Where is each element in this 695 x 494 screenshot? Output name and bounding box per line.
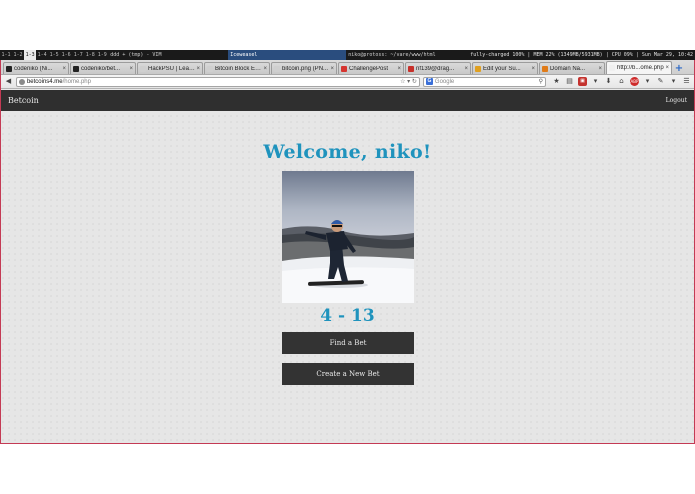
tab-label: codeniko (Ni... [14,65,53,72]
close-icon[interactable]: × [397,66,401,72]
browser-tab[interactable]: nf139@drag... × [405,62,471,74]
profile-photo [282,171,414,303]
site-identity-icon[interactable] [18,78,25,85]
browser-tab[interactable]: codeniko/bet... × [70,62,136,74]
logout-link[interactable]: Logout [666,97,687,104]
search-engine-icon[interactable]: G [425,78,433,85]
clipboard-icon[interactable]: ▤ [565,77,574,86]
workspace-1-5[interactable]: 1-5 [48,50,60,60]
close-icon[interactable]: × [464,66,468,72]
url-bar[interactable]: betcoins4.me/home.php ☆ ▾ ↻ [15,76,420,87]
tab-label: codeniko/bet... [81,65,121,72]
window-title-iceweasel[interactable]: Iceweasel [228,50,347,60]
home-icon[interactable]: ⌂ [617,77,626,86]
star-icon[interactable]: ★ [552,77,561,86]
workspace-1-2[interactable]: 1-2 [12,50,24,60]
chevron-down-icon[interactable]: ▾ [669,77,678,86]
hamburger-menu-icon[interactable]: ☰ [682,77,691,86]
create-bet-button[interactable]: Create a New Bet [282,363,414,385]
tab-favicon-icon [207,65,213,72]
chevron-down-icon[interactable]: ▾ [591,77,600,86]
system-status-bar: 1-1 1-2 1-3 1-4 1-5 1-6 1-7 1-8 1-9 ddd … [0,50,695,60]
tab-favicon-icon [609,65,615,71]
tab-favicon-icon [341,65,347,72]
tab-favicon-icon [140,65,146,72]
system-status-text: fully-charged 100% | MEM 22% (1349MB/593… [470,52,693,58]
workspace-1-3[interactable]: 1-3 [24,50,37,60]
tab-favicon-icon [542,65,548,72]
workspace-1-4[interactable]: 1-4 [36,50,48,60]
close-icon[interactable]: × [129,66,133,72]
tab-strip: codeniko (Ni... × codeniko/bet... × HackPSU … [1,60,694,75]
browser-tab[interactable]: Edit your Su... × [472,62,538,74]
addon-icon[interactable]: ▣ [578,77,587,86]
chevron-down-icon[interactable]: ▾ [643,77,652,86]
window-title-vim[interactable]: ddd + (tmp) - VIM [108,50,228,60]
workspace-1-6[interactable]: 1-6 [60,50,72,60]
site-navbar: Betcoin Logout [1,90,694,111]
tab-label: Domain Na... [550,65,586,72]
close-icon[interactable]: × [330,66,334,72]
welcome-heading: Welcome, niko! [263,141,432,163]
browser-tab[interactable]: codeniko (Ni... × [3,62,69,74]
close-icon[interactable]: × [665,65,669,71]
browser-tab[interactable]: ChallengePost × [338,62,404,74]
close-icon[interactable]: × [531,66,535,72]
workspace-1-9[interactable]: 1-9 [96,50,108,60]
tab-favicon-icon [73,65,79,72]
magnifier-icon[interactable]: ⚲ [539,78,545,86]
tab-label: Bitcoin Block Ex... [215,65,263,72]
browser-tab[interactable]: http://b...ome.php × [606,61,672,74]
tab-favicon-icon [475,65,481,72]
win-loss-record: 4 - 13 [320,306,375,326]
search-placeholder: Google [434,78,455,85]
tab-label: Edit your Su... [483,65,521,72]
close-icon[interactable]: × [263,66,267,72]
browser-tab[interactable]: Bitcoin Block Ex... × [204,62,270,74]
adblock-icon[interactable]: ABP [630,77,639,86]
close-icon[interactable]: × [196,66,200,72]
close-icon[interactable]: × [598,66,602,72]
puzzle-icon[interactable]: ✎ [656,77,665,86]
new-tab-button[interactable]: + [673,62,685,74]
search-bar[interactable]: G Google ⚲ [422,76,546,87]
tab-label: bitcoin.png (PN... [282,65,329,72]
find-bet-button[interactable]: Find a Bet [282,332,414,354]
browser-tab[interactable]: Domain Na... × [539,62,605,74]
tab-label: nf139@drag... [416,65,455,72]
url-path: /home.php [62,78,91,85]
back-arrow-icon[interactable]: ◀ [4,77,13,86]
tab-favicon-icon [6,65,12,72]
browser-tab[interactable]: HackPSU | Lear... × [137,62,203,74]
toolbar-icons: ★ ▤ ▣ ▾ ⬇ ⌂ ABP ▾ ✎ ▾ ☰ [552,77,691,86]
tab-favicon-icon [274,65,280,72]
tab-favicon-icon [408,65,414,72]
page-content: Betcoin Logout Welcome, niko! 4 - 13 Fin… [1,90,694,443]
close-icon[interactable]: × [62,66,66,72]
browser-tab[interactable]: bitcoin.png (PN... × [271,62,337,74]
tab-label: HackPSU | Lear... [148,65,196,72]
snowboarder-photo [282,171,414,303]
url-host: betcoins4.me [26,78,63,85]
navigation-toolbar: ◀ betcoins4.me/home.php ☆ ▾ ↻ G Google ⚲… [1,75,694,89]
tab-label: http://b...ome.php [617,65,664,71]
download-arrow-icon[interactable]: ⬇ [604,77,613,86]
workspace-1-8[interactable]: 1-8 [84,50,96,60]
site-brand-link[interactable]: Betcoin [8,96,39,105]
tab-label: ChallengePost [349,65,389,72]
browser-window: codeniko (Ni... × codeniko/bet... × HackPSU … [0,60,695,444]
reload-icon[interactable]: ☆ ▾ ↻ [400,78,419,86]
window-title-terminal[interactable]: niko@protoss: ~/vare/www/html [346,50,466,60]
workspace-1-1[interactable]: 1-1 [0,50,12,60]
workspace-1-7[interactable]: 1-7 [72,50,84,60]
